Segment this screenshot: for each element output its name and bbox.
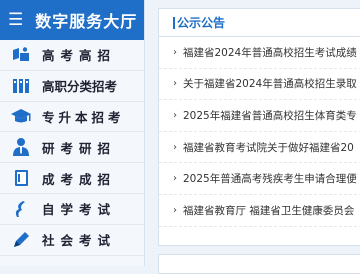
user-tie-icon	[10, 136, 32, 158]
nav-item-yankao[interactable]: 研考研招	[0, 132, 144, 164]
chevron-right-icon: ›	[173, 78, 177, 90]
chevron-right-icon: ›	[173, 109, 177, 121]
next-panel	[158, 254, 360, 274]
building-columns-icon	[10, 75, 32, 97]
nav-item-zixue[interactable]: 自学考试	[0, 194, 144, 225]
nav-item-gaozhi[interactable]: 高职分类招考	[0, 71, 144, 102]
notice-link[interactable]: 福建省教育厅 福建省卫生健康委员会	[183, 203, 354, 218]
chevron-right-icon: ›	[173, 46, 177, 58]
title-marker	[173, 16, 175, 29]
nav-list: 高考高招 高职分类招考 专升本招考 研考研招 成考成招 自学考试 社会考试	[0, 40, 144, 256]
notice-link[interactable]: 福建省2024年普通高校招生考试成绩	[183, 45, 357, 60]
nav-label: 研考研招	[42, 140, 117, 156]
nav-item-zhuanshengben[interactable]: 专升本招考	[0, 102, 144, 133]
nav-label: 高考高招	[42, 48, 117, 64]
notice-item[interactable]: › 福建省2024年普通高校招生考试成绩	[159, 37, 360, 69]
chevron-right-icon: ›	[173, 141, 177, 153]
graduation-cap-icon	[10, 105, 32, 127]
book-reader-icon	[10, 44, 32, 66]
nav-item-shehui[interactable]: 社会考试	[0, 225, 144, 256]
notice-item[interactable]: › 福建省教育考试院关于做好福建省20	[159, 132, 360, 164]
nav-label: 高职分类招考	[42, 79, 118, 95]
notebook-icon	[10, 167, 32, 189]
nav-item-chengkao[interactable]: 成考成招	[0, 163, 144, 194]
pencil-icon	[10, 229, 32, 251]
nav-item-gaokao[interactable]: 高考高招	[0, 40, 144, 71]
nav-label: 成考成招	[42, 171, 117, 187]
notice-item[interactable]: › 2025年福建省普通高校招生体育类专	[159, 100, 360, 132]
panel-header: 公示公告	[159, 9, 360, 37]
notice-link[interactable]: 2025年福建省普通高校招生体育类专	[183, 108, 357, 123]
chevron-right-icon: ›	[173, 204, 177, 216]
nav-label: 自学考试	[42, 202, 117, 218]
sidebar-title: 数字服务大厅	[35, 12, 138, 31]
chevron-right-icon: ›	[173, 173, 177, 185]
sidebar-header: ☰ 数字服务大厅	[0, 0, 144, 40]
notice-item[interactable]: › 福建省教育厅 福建省卫生健康委员会	[159, 195, 360, 227]
notice-item[interactable]: › 关于福建省2024年普通高校招生录取	[159, 69, 360, 101]
notice-link[interactable]: 关于福建省2024年普通高校招生录取	[183, 76, 357, 91]
notice-link[interactable]: 2025年普通高考残疾考生申请合理便	[183, 171, 357, 186]
notice-panel: 公示公告 › 福建省2024年普通高校招生考试成绩 › 关于福建省2024年普通…	[158, 8, 360, 246]
notice-link[interactable]: 福建省教育考试院关于做好福建省20	[183, 140, 354, 155]
sidebar: ☰ 数字服务大厅 高考高招 高职分类招考 专升本招考 研考研招 成考成招 自学考…	[0, 0, 145, 266]
panel-title: 公示公告	[177, 16, 226, 30]
notice-list: › 福建省2024年普通高校招生考试成绩 › 关于福建省2024年普通高校招生录…	[159, 37, 360, 227]
pen-nib-icon	[10, 198, 32, 220]
notice-item[interactable]: › 2025年普通高考残疾考生申请合理便	[159, 163, 360, 195]
nav-label: 社会考试	[42, 233, 117, 249]
nav-label: 专升本招考	[42, 109, 125, 125]
menu-icon[interactable]: ☰	[8, 11, 23, 29]
